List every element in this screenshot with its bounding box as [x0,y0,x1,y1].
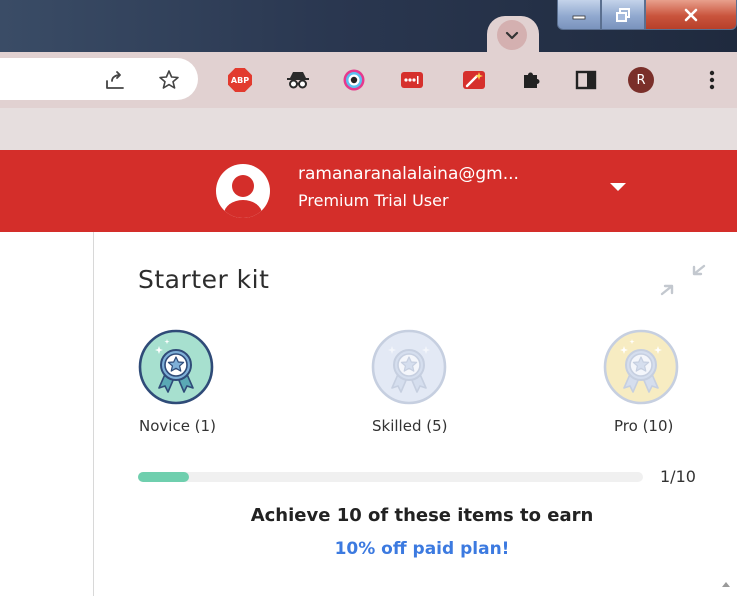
bookmarks-strip [0,108,737,150]
user-account-header[interactable]: ramanaranalalaina@gm... Premium Trial Us… [0,150,737,232]
user-email: ramanaranalalaina@gm... [298,164,519,184]
maximize-button[interactable] [601,0,645,30]
badge-skilled[interactable] [370,328,448,406]
puzzle-extensions-icon[interactable] [517,66,545,94]
user-avatar-icon [216,164,270,218]
magic-wand-icon[interactable] [460,66,488,94]
starter-kit-progress-bar [138,472,643,482]
tab-search-button[interactable] [487,16,539,52]
browser-menu-icon[interactable] [698,66,726,94]
collapse-arrows-icon[interactable] [658,260,708,300]
incognito-spy-icon[interactable] [284,66,312,94]
badge-label-pro: Pro (10) [614,417,674,435]
badge-label-skilled: Skilled (5) [372,417,448,435]
scroll-up-arrow-icon[interactable] [722,582,730,587]
window-titlebar [0,0,737,52]
badge-pro[interactable] [602,328,680,406]
password-dots-icon[interactable] [398,66,426,94]
browser-toolbar: ABP R [0,52,737,108]
close-icon [684,8,698,21]
adblock-plus-icon[interactable]: ABP [226,66,254,94]
close-button[interactable] [645,0,737,30]
minimize-button[interactable] [557,0,601,30]
color-picker-icon[interactable] [340,66,368,94]
restore-icon [616,7,630,22]
badge-novice[interactable] [137,328,215,406]
profile-initial: R [628,67,654,93]
progress-count: 1/10 [660,467,696,486]
user-plan-status: Premium Trial User [298,191,449,210]
reward-offer-link[interactable]: 10% off paid plan! [0,539,737,559]
progress-fill [138,472,189,482]
profile-avatar-button[interactable]: R [627,66,655,94]
minimize-icon [572,15,586,19]
bookmark-star-icon[interactable] [155,66,183,94]
chevron-down-icon [497,20,527,50]
starter-kit-title: Starter kit [138,265,270,294]
abp-label: ABP [228,68,252,92]
share-icon[interactable] [101,66,129,94]
side-panel-icon[interactable] [572,66,600,94]
earn-instructions: Achieve 10 of these items to earn [250,505,594,526]
account-dropdown-caret-icon[interactable] [610,183,626,191]
badge-label-novice: Novice (1) [139,417,216,435]
